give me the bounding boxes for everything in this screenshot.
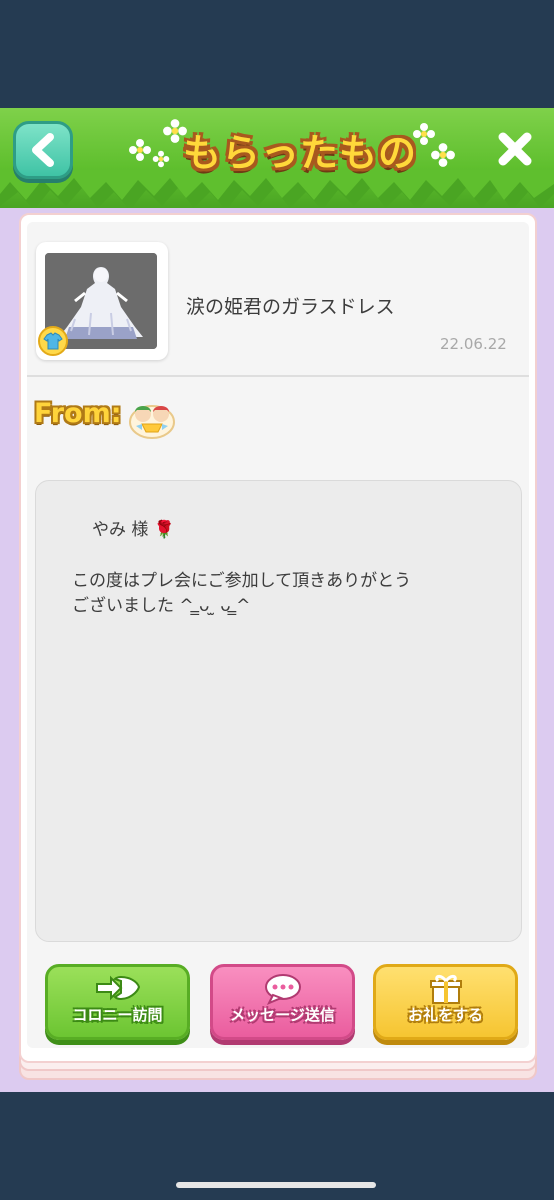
item-date: 22.06.22	[440, 335, 507, 353]
message-box	[35, 480, 522, 942]
app-screen: もらったもの 涙の姫君のガラスドレス 22.06.22 From: やみ 様 🌹…	[0, 0, 554, 1200]
divider	[27, 375, 529, 377]
sender-avatar[interactable]	[128, 396, 176, 440]
item-name: 涙の姫君のガラスドレス	[186, 296, 395, 318]
home-indicator[interactable]	[176, 1182, 376, 1188]
from-label: From:	[34, 398, 122, 429]
flower-icon	[129, 139, 151, 161]
send-thanks-label: お礼をする	[407, 1006, 483, 1024]
message-body-line: ございました ^ ̳ᴗ ̫ ᴗ ̳^	[72, 596, 251, 616]
visit-colony-label: コロニー訪問	[72, 1006, 163, 1024]
page-title: もらったもの	[182, 130, 417, 175]
send-message-button[interactable]: メッセージ送信	[210, 964, 355, 1040]
shirt-icon	[38, 326, 68, 356]
close-button[interactable]	[494, 128, 536, 170]
close-icon	[498, 132, 532, 166]
visit-colony-button[interactable]: コロニー訪問	[45, 964, 190, 1040]
chevron-left-icon	[32, 133, 54, 167]
gift-icon	[429, 974, 462, 1004]
message-greeting: やみ 様 🌹	[92, 520, 175, 540]
visit-arrow-icon	[95, 975, 140, 1001]
flower-icon	[431, 143, 455, 167]
back-button[interactable]	[13, 121, 73, 179]
message-body-line: この度はプレ会にご参加して頂きありがとう	[72, 571, 412, 591]
send-thanks-button[interactable]: お礼をする	[373, 964, 518, 1040]
speech-bubble-icon	[264, 974, 301, 1005]
flower-icon	[152, 150, 170, 168]
send-message-label: メッセージ送信	[230, 1006, 335, 1024]
